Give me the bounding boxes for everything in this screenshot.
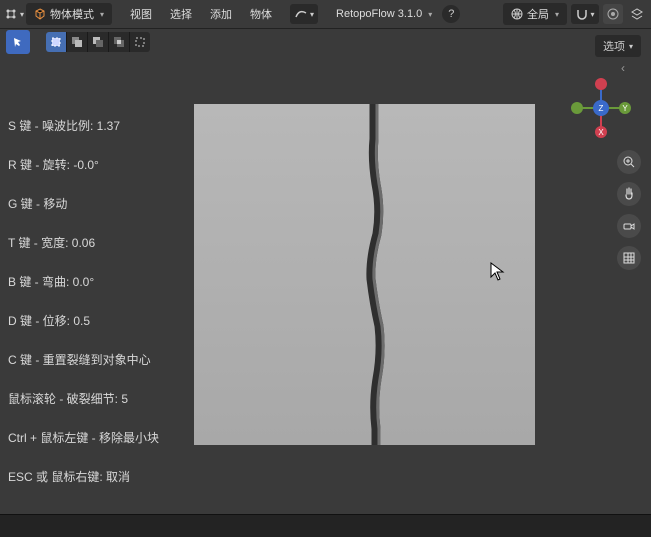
- crack-geometry: [364, 104, 390, 445]
- axis-z-label: Z: [599, 104, 604, 113]
- cube-icon: [34, 8, 46, 20]
- operator-hints: S 键 - 噪波比例: 1.37 R 键 - 旋转: -0.0° G 键 - 移…: [8, 120, 159, 510]
- orientation-label: 全局: [527, 6, 549, 22]
- header-bar: ▾ 物体模式 ▾ 视图 选择 添加 物体 ▾ RetopoFlow 3.1.0 …: [0, 0, 651, 29]
- sel-mode-subtract[interactable]: [88, 32, 109, 52]
- axis-y-label: Y: [622, 104, 628, 113]
- hint-esc: ESC 或 鼠标右键: 取消: [8, 471, 159, 483]
- status-bar: [0, 514, 651, 537]
- hint-ctrl: Ctrl + 鼠标左键 - 移除最小块: [8, 432, 159, 444]
- menu-add[interactable]: 添加: [202, 2, 240, 26]
- hint-s: S 键 - 噪波比例: 1.37: [8, 120, 159, 132]
- hint-d: D 键 - 位移: 0.5: [8, 315, 159, 327]
- proportional-icon[interactable]: [603, 4, 623, 24]
- zoom-icon[interactable]: [617, 150, 641, 174]
- chevron-down-icon: ▾: [100, 10, 104, 19]
- navigation-gizmo[interactable]: Z Y X: [569, 76, 633, 140]
- mode-label: 物体模式: [50, 6, 94, 22]
- viewport-tools: [617, 150, 641, 270]
- hint-t: T 键 - 宽度: 0.06: [8, 237, 159, 249]
- perspective-icon[interactable]: [617, 246, 641, 270]
- options-label: 选项: [603, 38, 625, 54]
- mode-dropdown[interactable]: 物体模式 ▾: [26, 3, 112, 25]
- orientation-dropdown[interactable]: 全局 ▾: [503, 3, 567, 25]
- sel-mode-invert[interactable]: [130, 32, 150, 52]
- globe-icon: [511, 8, 523, 20]
- menu-view[interactable]: 视图: [122, 2, 160, 26]
- chevron-down-icon: ▾: [629, 42, 633, 51]
- menu-select[interactable]: 选择: [162, 2, 200, 26]
- hint-g: G 键 - 移动: [8, 198, 159, 210]
- select-toolbar: [0, 28, 651, 56]
- select-tool-button[interactable]: [6, 30, 30, 54]
- hint-b: B 键 - 弯曲: 0.0°: [8, 276, 159, 288]
- snap-icon[interactable]: ▾: [571, 4, 599, 24]
- menu-object[interactable]: 物体: [242, 2, 280, 26]
- help-icon[interactable]: ?: [442, 5, 460, 23]
- sel-mode-extend[interactable]: [67, 32, 88, 52]
- select-mode-group: [46, 32, 150, 52]
- sel-mode-new[interactable]: [46, 32, 67, 52]
- overlay-icon[interactable]: [627, 4, 647, 24]
- editor-type-icon[interactable]: ▾: [4, 4, 24, 24]
- hint-wheel: 鼠标滚轮 - 破裂细节: 5: [8, 393, 159, 405]
- axis-x-label: X: [598, 128, 604, 137]
- options-dropdown[interactable]: 选项 ▾: [595, 35, 641, 57]
- retopoflow-dropdown[interactable]: RetopoFlow 3.1.0 ▾: [328, 5, 440, 23]
- hint-r: R 键 - 旋转: -0.0°: [8, 159, 159, 171]
- tool-draw-icon[interactable]: ▾: [290, 4, 318, 24]
- pan-icon[interactable]: [617, 182, 641, 206]
- addon-label: RetopoFlow 3.1.0: [336, 8, 422, 20]
- panel-toggle-icon[interactable]: ‹: [613, 58, 633, 78]
- viewport-3d[interactable]: [194, 104, 535, 445]
- sel-mode-intersect[interactable]: [109, 32, 130, 52]
- camera-icon[interactable]: [617, 214, 641, 238]
- hint-c: C 键 - 重置裂缝到对象中心: [8, 354, 159, 366]
